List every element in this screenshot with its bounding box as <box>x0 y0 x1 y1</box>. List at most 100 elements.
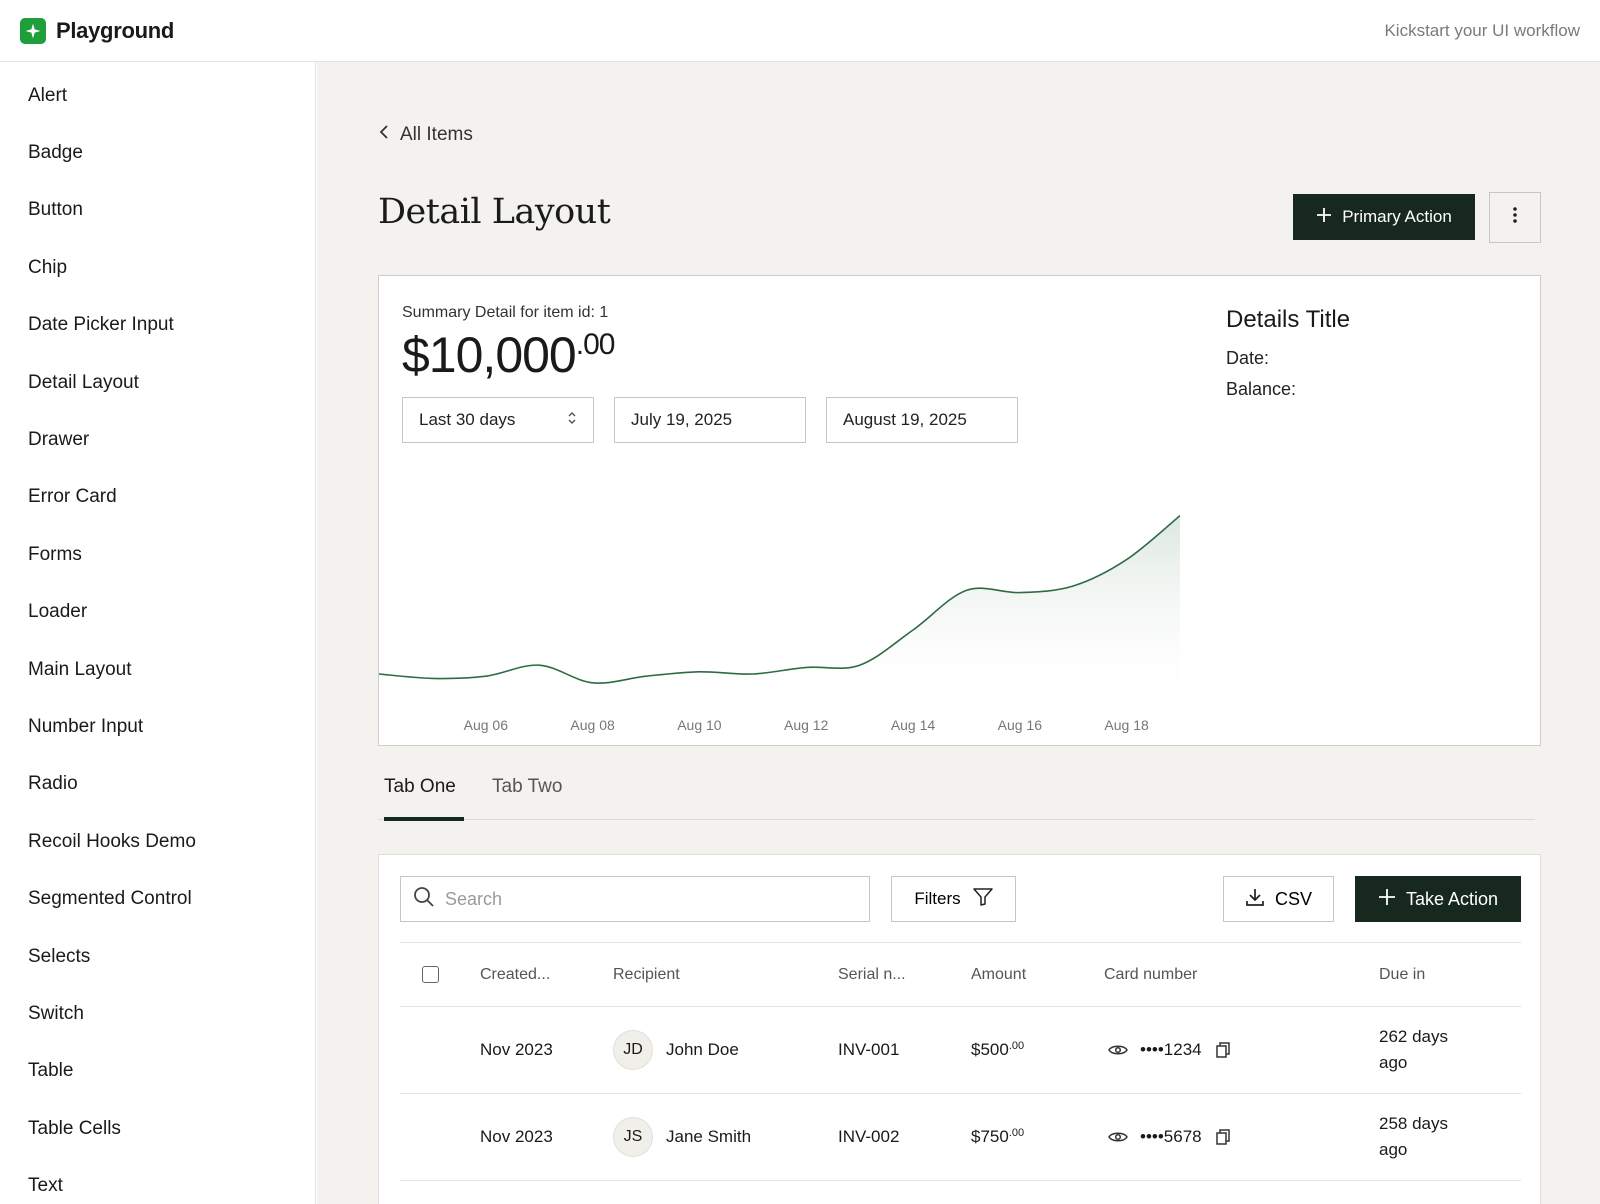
recipient-name: Jane Smith <box>666 1127 752 1146</box>
column-header-card-number[interactable]: Card number <box>1104 943 1197 1006</box>
amount-cell: $750.00 <box>971 1094 1024 1180</box>
recipient-cell: JD John Doe <box>613 1007 739 1093</box>
card-number: ••••5678 <box>1140 1127 1202 1146</box>
details-balance-label: Balance: <box>1226 379 1297 399</box>
download-icon <box>1245 887 1265 912</box>
tab-two[interactable]: Tab Two <box>492 765 562 820</box>
created-cell: Nov 2023 <box>480 1127 553 1146</box>
due-text: 258 days ago <box>1379 1111 1469 1163</box>
start-date-input[interactable]: July 19, 2025 <box>614 397 806 443</box>
csv-download-button[interactable]: CSV <box>1223 876 1334 922</box>
table-bottom-border <box>400 1180 1521 1181</box>
sidebar-item-detail-layout[interactable]: Detail Layout <box>0 354 315 411</box>
search-icon <box>413 886 435 913</box>
sidebar-item-alert[interactable]: Alert <box>0 67 315 124</box>
recipient-name: John Doe <box>666 1040 739 1059</box>
amount-main: $750 <box>971 1127 1009 1146</box>
due-cell: 258 days ago <box>1379 1094 1469 1180</box>
avatar: JS <box>613 1117 653 1157</box>
column-header-created[interactable]: Created... <box>480 943 550 1006</box>
summary-amount-cents: .00 <box>575 328 616 361</box>
column-header-serial[interactable]: Serial n... <box>838 943 906 1006</box>
sparkle-logo-icon <box>20 17 46 44</box>
copy-icon[interactable] <box>1214 1129 1230 1145</box>
sidebar-item-table-cells[interactable]: Table Cells <box>0 1100 315 1157</box>
sidebar-item-table[interactable]: Table <box>0 1043 315 1100</box>
more-options-button[interactable] <box>1489 192 1541 243</box>
search-field[interactable] <box>400 876 870 922</box>
sidebar-item-segmented-control[interactable]: Segmented Control <box>0 870 315 927</box>
table-row[interactable]: Nov 2023 JS Jane Smith INV-002 $750.00 •… <box>400 1093 1521 1180</box>
chart-x-tick-label: Aug 18 <box>1104 717 1149 733</box>
chart-x-tick-label: Aug 08 <box>570 717 615 733</box>
sidebar: Alert Badge Button Chip Date Picker Inpu… <box>0 62 316 1204</box>
column-header-due-in[interactable]: Due in <box>1379 943 1425 1006</box>
sidebar-item-loader[interactable]: Loader <box>0 584 315 641</box>
summary-amount-main: $10,000 <box>402 327 577 383</box>
primary-action-button[interactable]: Primary Action <box>1293 194 1475 240</box>
range-select[interactable]: Last 30 days <box>402 397 594 443</box>
sidebar-item-selects[interactable]: Selects <box>0 928 315 985</box>
top-bar: Playground Kickstart your UI workflow <box>0 0 1600 62</box>
sidebar-item-date-picker-input[interactable]: Date Picker Input <box>0 297 315 354</box>
summary-label: Summary Detail for item id: 1 <box>402 304 609 321</box>
sidebar-item-text[interactable]: Text <box>0 1157 315 1204</box>
column-header-recipient[interactable]: Recipient <box>613 943 680 1006</box>
filters-label: Filters <box>914 889 961 908</box>
select-all-checkbox[interactable] <box>422 966 439 983</box>
tab-one[interactable]: Tab One <box>384 765 464 821</box>
filters-button[interactable]: Filters <box>891 876 1016 922</box>
sidebar-item-drawer[interactable]: Drawer <box>0 411 315 468</box>
sidebar-item-recoil-hooks-demo[interactable]: Recoil Hooks Demo <box>0 813 315 870</box>
chart-area-fill <box>379 515 1180 696</box>
eye-icon[interactable] <box>1108 1130 1128 1144</box>
copy-icon[interactable] <box>1214 1042 1230 1058</box>
details-title: Details Title <box>1226 306 1351 333</box>
amount-cents: .00 <box>1008 1127 1025 1139</box>
sidebar-item-forms[interactable]: Forms <box>0 526 315 583</box>
sidebar-item-error-card[interactable]: Error Card <box>0 469 315 526</box>
end-date-input[interactable]: August 19, 2025 <box>826 397 1018 443</box>
take-action-button[interactable]: Take Action <box>1355 876 1521 922</box>
breadcrumb-back-link[interactable]: All Items <box>378 124 473 146</box>
summary-card: Summary Detail for item id: 1 $10,000 .0… <box>378 275 1541 746</box>
due-line-1: 262 days <box>1379 1027 1448 1046</box>
balance-area-chart: Aug 06 Aug 08 Aug 10 Aug 12 Aug 14 Aug 16 Aug … <box>379 514 1181 733</box>
search-input[interactable] <box>445 888 845 910</box>
serial-cell: INV-001 <box>838 1040 900 1059</box>
tab-bar: Tab One Tab Two <box>378 765 1535 821</box>
sidebar-item-chip[interactable]: Chip <box>0 239 315 296</box>
card-number-cell: ••••5678 <box>1108 1094 1230 1180</box>
recipient-cell: JS Jane Smith <box>613 1094 751 1180</box>
select-arrows-icon <box>567 410 577 431</box>
plus-icon <box>1378 888 1396 911</box>
table-header-row: Created... Recipient Serial n... Amount … <box>400 942 1521 1006</box>
page-title: Detail Layout <box>378 192 611 232</box>
brand[interactable]: Playground <box>20 17 174 44</box>
chart-x-tick-label: Aug 12 <box>784 717 829 733</box>
summary-amount: $10,000 .00 <box>402 326 616 384</box>
sidebar-item-switch[interactable]: Switch <box>0 985 315 1042</box>
table-card: Filters CSV Take Action <box>378 854 1541 1204</box>
due-line-1: 258 days <box>1379 1114 1448 1133</box>
amount-main: $500 <box>971 1040 1009 1059</box>
table-row[interactable]: Nov 2023 JD John Doe INV-001 $500.00 •••… <box>400 1006 1521 1093</box>
avatar: JD <box>613 1030 653 1070</box>
sidebar-item-radio[interactable]: Radio <box>0 756 315 813</box>
sidebar-item-button[interactable]: Button <box>0 182 315 239</box>
due-text: 262 days ago <box>1379 1024 1469 1076</box>
more-vertical-icon <box>1512 206 1518 229</box>
card-number: ••••1234 <box>1140 1040 1202 1059</box>
plus-icon <box>1316 207 1332 228</box>
csv-label: CSV <box>1274 888 1312 909</box>
sidebar-item-badge[interactable]: Badge <box>0 124 315 181</box>
chart-x-tick-label: Aug 16 <box>998 717 1043 733</box>
column-header-amount[interactable]: Amount <box>971 943 1026 1006</box>
chart-x-tick-label: Aug 10 <box>677 717 722 733</box>
sidebar-item-number-input[interactable]: Number Input <box>0 698 315 755</box>
sidebar-item-main-layout[interactable]: Main Layout <box>0 641 315 698</box>
end-date-value: August 19, 2025 <box>843 410 967 429</box>
details-panel: Details Title Date: Balance: <box>1226 306 1350 410</box>
serial-cell: INV-002 <box>838 1127 900 1146</box>
eye-icon[interactable] <box>1108 1043 1128 1057</box>
